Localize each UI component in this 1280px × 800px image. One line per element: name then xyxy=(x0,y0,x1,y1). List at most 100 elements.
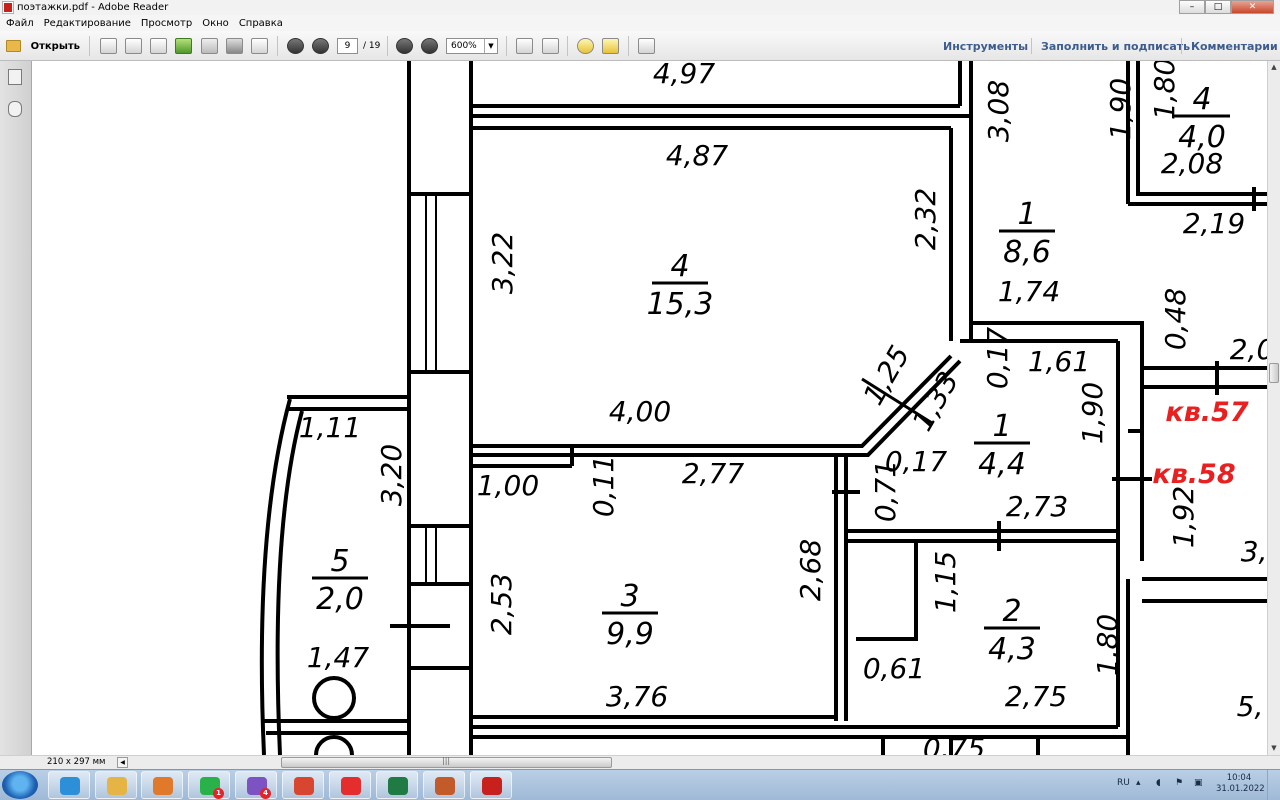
dimension-label: 1,90 xyxy=(1104,78,1137,140)
dimension-label: 0,48 xyxy=(1159,288,1192,350)
media-player-icon xyxy=(153,777,173,795)
dimension-label: 1,47 xyxy=(307,641,370,674)
document-view[interactable]: 4,97 4,87 3,08 1,90 1,80 2,08 2,19 2,32 3,22 1,74… xyxy=(32,61,1267,755)
maximize-button[interactable]: □ xyxy=(1205,0,1231,14)
viber-taskbar-button[interactable]: 4 xyxy=(235,771,277,799)
settings-eye-taskbar-button[interactable] xyxy=(423,771,465,799)
minimize-button[interactable]: – xyxy=(1179,0,1205,14)
notification-badge: 4 xyxy=(260,788,271,799)
room-area: 15,3 xyxy=(647,287,714,322)
room-number: 4 xyxy=(1192,82,1211,117)
menu-file[interactable]: Файл xyxy=(6,18,34,29)
toolbar-separator xyxy=(567,36,568,56)
toolbar-separator xyxy=(628,36,629,56)
chevron-down-icon[interactable]: ▼ xyxy=(484,39,497,53)
volume-icon[interactable]: ◖ xyxy=(1156,778,1161,788)
print-icon[interactable] xyxy=(226,38,243,54)
dimension-label: 1,33 xyxy=(906,366,966,436)
tray-expand-icon[interactable]: ▴ xyxy=(1136,778,1141,788)
dimension-label: 3,22 xyxy=(486,232,519,294)
room-label: 14,4 xyxy=(974,409,1030,482)
dimension-label: 1,80 xyxy=(1091,614,1124,676)
apartment-label: кв.57 xyxy=(1165,397,1248,428)
page-thumbnails-icon[interactable] xyxy=(8,69,22,85)
excel-taskbar-button[interactable] xyxy=(376,771,418,799)
create-pdf-icon[interactable] xyxy=(100,38,117,54)
dimension-label: 2,73 xyxy=(1006,490,1068,523)
yandex-browser-icon xyxy=(341,777,361,795)
network-icon[interactable]: ▣ xyxy=(1194,778,1203,788)
zoom-in-icon[interactable] xyxy=(421,38,438,54)
dimension-label: 4,00 xyxy=(609,395,671,428)
next-page-icon[interactable] xyxy=(312,38,329,54)
dimension-label: 2,77 xyxy=(682,457,745,490)
horizontal-scrollbar[interactable]: 210 x 297 мм ◀ ||| xyxy=(0,755,1280,769)
fit-width-icon[interactable] xyxy=(542,38,559,54)
fit-page-icon[interactable] xyxy=(516,38,533,54)
open-button[interactable]: Открыть xyxy=(6,37,80,55)
start-button[interactable] xyxy=(2,771,38,799)
yandex-browser-taskbar-button[interactable] xyxy=(329,771,371,799)
fill-and-sign-link[interactable]: Заполнить и подписать xyxy=(1041,40,1190,53)
internet-explorer-taskbar-button[interactable] xyxy=(48,771,90,799)
adobe-reader-icon xyxy=(482,777,502,795)
comment-icon[interactable] xyxy=(577,38,594,54)
vertical-scroll-thumb[interactable] xyxy=(1269,363,1279,383)
vertical-scrollbar[interactable]: ▲ ▼ xyxy=(1267,61,1280,755)
zoom-out-icon[interactable] xyxy=(396,38,413,54)
page-number-input[interactable]: 9 xyxy=(337,38,358,54)
fullscreen-icon[interactable] xyxy=(638,38,655,54)
room-area: 9,9 xyxy=(606,617,654,652)
cloud-upload-icon[interactable] xyxy=(175,38,192,54)
media-player-taskbar-button[interactable] xyxy=(141,771,183,799)
dimension-label: 2,19 xyxy=(1183,207,1245,240)
room-label: 415,3 xyxy=(647,249,714,322)
file-explorer-taskbar-button[interactable] xyxy=(95,771,137,799)
room-area: 4,3 xyxy=(988,632,1036,667)
horizontal-scroll-thumb[interactable]: ||| xyxy=(281,756,612,768)
export-pdf-icon[interactable] xyxy=(125,38,142,54)
plan-rooms: 415,318,644,014,452,0 39,924,3 xyxy=(312,82,1230,667)
close-button[interactable]: ✕ xyxy=(1231,0,1274,14)
plan-apartments: кв.57 кв.58 xyxy=(1152,397,1248,490)
taskbar: 1 4 RU ▴ ◖ ⚑ ▣ 10:04 31.01.2022 xyxy=(0,769,1280,800)
email-icon[interactable] xyxy=(251,38,268,54)
menu-edit[interactable]: Редактирование xyxy=(44,18,131,29)
scroll-up-icon[interactable]: ▲ xyxy=(1268,61,1280,74)
zoom-value: 600% xyxy=(451,41,477,51)
zoom-select[interactable]: 600% ▼ xyxy=(446,38,498,54)
clock-date: 31.01.2022 xyxy=(1216,784,1265,794)
flag-icon[interactable]: ⚑ xyxy=(1175,778,1183,788)
page-total: / 19 xyxy=(363,41,381,51)
menu-window[interactable]: Окно xyxy=(202,18,229,29)
comments-link[interactable]: Комментарии xyxy=(1191,40,1278,53)
edit-pdf-icon[interactable] xyxy=(150,38,167,54)
room-number: 1 xyxy=(992,409,1011,444)
highlight-icon[interactable] xyxy=(602,38,619,54)
scroll-left-icon[interactable]: ◀ xyxy=(117,757,128,768)
dimension-label: 1,74 xyxy=(998,275,1060,308)
dimension-label: 4,97 xyxy=(653,61,716,90)
tools-link[interactable]: Инструменты xyxy=(943,40,1028,53)
menu-help[interactable]: Справка xyxy=(239,18,283,29)
file-explorer-icon xyxy=(107,777,127,795)
clock-time: 10:04 xyxy=(1226,773,1252,783)
menu-view[interactable]: Просмотр xyxy=(141,18,192,29)
adobe-reader-taskbar-button[interactable] xyxy=(470,771,512,799)
whatsapp-taskbar-button[interactable]: 1 xyxy=(188,771,230,799)
room-label: 24,3 xyxy=(984,594,1040,667)
show-desktop-button[interactable] xyxy=(1267,770,1280,800)
dimension-label: 2,75 xyxy=(1005,680,1067,713)
room-area: 2,0 xyxy=(316,582,364,617)
room-number: 2 xyxy=(1002,594,1021,629)
scroll-down-icon[interactable]: ▼ xyxy=(1268,742,1280,755)
language-indicator[interactable]: RU xyxy=(1117,778,1130,788)
previous-page-icon[interactable] xyxy=(287,38,304,54)
attachments-icon[interactable] xyxy=(8,101,22,117)
save-icon[interactable] xyxy=(201,38,218,54)
dimension-label: 0,17 xyxy=(981,327,1014,390)
room-area: 4,0 xyxy=(1178,120,1226,155)
system-clock[interactable]: 10:04 31.01.2022 xyxy=(1216,773,1265,795)
chrome-taskbar-button[interactable] xyxy=(282,771,324,799)
floor-plan: 4,974,873,08 1,90 1,802,082,192,323,22 1,74… xyxy=(259,61,1267,755)
